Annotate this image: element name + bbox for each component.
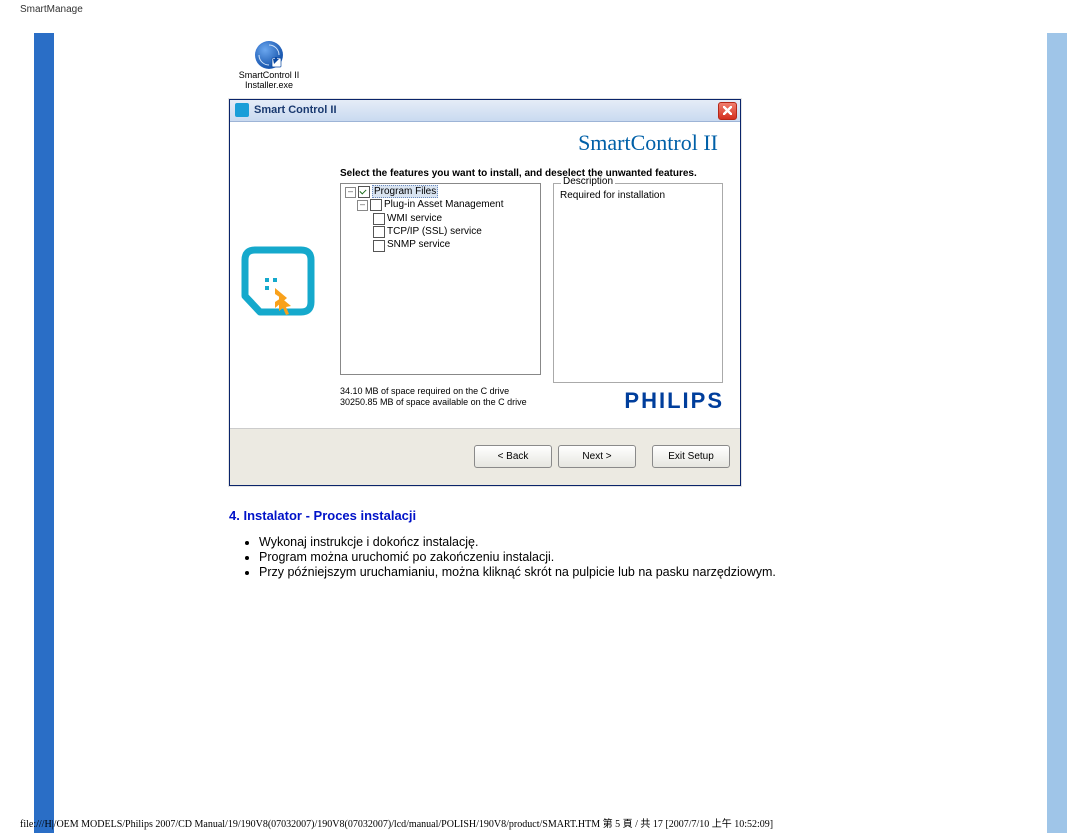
description-legend: Description: [561, 176, 615, 187]
list-item: Przy późniejszym uruchamianiu, można kli…: [259, 565, 921, 579]
feature-tree[interactable]: –Program Files –Plug-in Asset Management…: [340, 183, 541, 375]
steps-list: Wykonaj instrukcje i dokończ instalację.…: [259, 535, 921, 579]
expand-icon[interactable]: –: [357, 200, 368, 211]
dialog-footer: < Back Next > Exit Setup: [230, 428, 740, 485]
monitor-illustration: [235, 242, 321, 335]
description-box: Description Required for installation: [553, 183, 723, 383]
close-icon[interactable]: [718, 102, 737, 120]
tree-item-snmp[interactable]: SNMP service: [343, 239, 538, 252]
installer-globe-icon: [255, 41, 283, 69]
philips-logo: PHILIPS: [624, 388, 724, 414]
installer-label-line2: Installer.exe: [229, 81, 309, 91]
tree-item-program-files[interactable]: –Program Files: [343, 186, 538, 199]
expand-icon[interactable]: –: [345, 187, 356, 198]
checkbox-icon[interactable]: [358, 186, 370, 198]
brand-title: SmartControl II: [240, 130, 718, 156]
installer-dialog: Smart Control II SmartControl II Select …: [229, 99, 741, 486]
dialog-title-text: Smart Control II: [254, 104, 337, 116]
list-item: Wykonaj instrukcje i dokończ instalację.: [259, 535, 921, 549]
checkbox-icon[interactable]: [373, 240, 385, 252]
footer-path: file:///H|/OEM MODELS/Philips 2007/CD Ma…: [20, 815, 773, 830]
dialog-titlebar[interactable]: Smart Control II: [230, 100, 740, 122]
checkbox-icon[interactable]: [370, 199, 382, 211]
description-text: Required for installation: [560, 190, 665, 201]
next-button[interactable]: Next >: [558, 445, 636, 468]
page-title: SmartManage: [20, 4, 1080, 15]
left-sidebar-stripe: [34, 33, 54, 833]
checkbox-icon[interactable]: [373, 213, 385, 225]
back-button[interactable]: < Back: [474, 445, 552, 468]
tree-item-wmi[interactable]: WMI service: [343, 213, 538, 226]
instruction-text: Select the features you want to install,…: [340, 168, 730, 179]
right-sidebar-stripe: [1047, 33, 1067, 833]
tree-item-tcpip[interactable]: TCP/IP (SSL) service: [343, 226, 538, 239]
app-icon: [235, 103, 249, 117]
installer-shortcut[interactable]: SmartControl II Installer.exe: [229, 41, 309, 91]
exit-button[interactable]: Exit Setup: [652, 445, 730, 468]
section-heading: 4. Instalator - Proces instalacji: [229, 508, 921, 523]
tree-item-plugin-asset[interactable]: –Plug-in Asset Management: [343, 199, 538, 212]
checkbox-icon[interactable]: [373, 226, 385, 238]
list-item: Program można uruchomić po zakończeniu i…: [259, 550, 921, 564]
